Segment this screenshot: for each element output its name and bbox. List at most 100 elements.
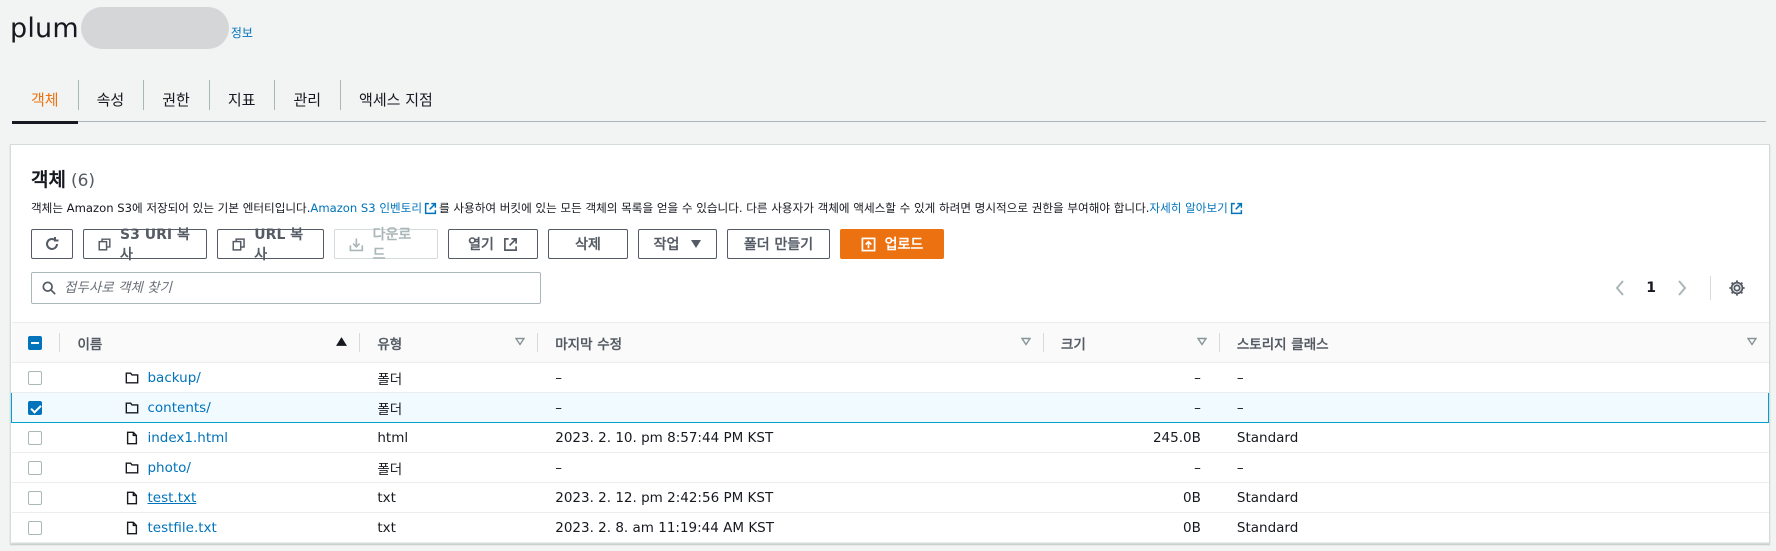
cell-storage-class: –: [1218, 362, 1769, 393]
open-button[interactable]: 열기: [448, 229, 538, 259]
column-name[interactable]: 이름: [59, 322, 360, 363]
download-button[interactable]: 다운로드: [334, 227, 438, 263]
row-checkbox[interactable]: [27, 490, 42, 505]
object-name-link[interactable]: photo/: [147, 460, 191, 476]
external-link-icon: [424, 202, 437, 214]
cell-size: 245.0B: [1042, 422, 1219, 453]
tab-metrics[interactable]: 지표: [208, 76, 275, 122]
row-checkbox[interactable]: [27, 430, 42, 445]
copy-s3-uri-button[interactable]: S3 URI 복사: [83, 227, 207, 263]
pagination: 1: [1610, 272, 1747, 304]
cell-size: –: [1042, 362, 1219, 393]
tab-access-points[interactable]: 액세스 지점: [340, 76, 452, 122]
tab-management[interactable]: 관리: [274, 76, 340, 122]
column-last-modified[interactable]: 마지막 수정: [537, 322, 1043, 363]
cell-type: txt: [359, 512, 538, 543]
file-icon: [127, 431, 138, 445]
upload-label: 업로드: [884, 237, 924, 253]
row-checkbox[interactable]: [27, 460, 42, 475]
column-storage-class[interactable]: 스토리지 클래스: [1218, 322, 1769, 363]
external-link-icon: [1230, 202, 1242, 214]
refresh-button[interactable]: [31, 229, 73, 259]
select-all-checkbox[interactable]: [27, 335, 42, 350]
row-checkbox[interactable]: [27, 520, 42, 535]
prev-page-button[interactable]: [1610, 278, 1630, 298]
table-row[interactable]: test.txt txt 2023. 2. 12. pm 2:42:56 PM KS…: [11, 482, 1769, 513]
object-name-link[interactable]: test.txt: [147, 490, 196, 506]
objects-title: 객체: [31, 169, 66, 191]
cell-storage-class: –: [1218, 392, 1769, 423]
download-label: 다운로드: [372, 227, 412, 263]
table-row[interactable]: testfile.txt txt 2023. 2. 8. am 11:19:44 A…: [11, 512, 1769, 543]
cell-name: testfile.txt: [59, 512, 360, 543]
objects-count: (6): [70, 171, 96, 191]
inventory-link[interactable]: Amazon S3 인벤토리: [310, 200, 422, 216]
chevron-left-icon: [1615, 280, 1625, 296]
tab-permissions[interactable]: 권한: [143, 76, 209, 122]
column-size[interactable]: 크기: [1042, 322, 1219, 363]
objects-table-body: backup/폴더 – – – contents/폴더 – – – index1.html htm…: [11, 362, 1769, 543]
current-page[interactable]: 1: [1646, 280, 1656, 296]
cell-last-modified: –: [537, 452, 1043, 483]
cell-type: 폴더: [359, 452, 538, 483]
cell-name: test.txt: [59, 482, 360, 513]
object-name-link[interactable]: index1.html: [147, 430, 228, 446]
delete-button[interactable]: 삭제: [548, 229, 628, 259]
cell-size: 0B: [1042, 482, 1219, 513]
upload-icon: [861, 237, 876, 251]
object-name-link[interactable]: contents/: [147, 400, 210, 416]
download-icon: [349, 238, 364, 251]
copy-url-button[interactable]: URL 복사: [217, 227, 324, 263]
column-name-label: 이름: [77, 336, 103, 353]
cell-name: contents/: [59, 392, 360, 423]
preferences-button[interactable]: [1727, 278, 1747, 298]
table-row[interactable]: backup/폴더 – – –: [11, 362, 1769, 393]
copy-icon: [232, 237, 245, 251]
create-folder-button[interactable]: 폴더 만들기: [727, 229, 830, 259]
objects-panel: 객체 (6) 객체는 Amazon S3에 저장되어 있는 기본 엔터티입니다.…: [10, 144, 1770, 544]
gear-icon: [1729, 280, 1745, 296]
cell-last-modified: –: [537, 362, 1043, 393]
cell-size: –: [1042, 392, 1219, 423]
column-type[interactable]: 유형: [359, 322, 538, 363]
table-row[interactable]: photo/폴더 – – –: [11, 452, 1769, 483]
row-checkbox[interactable]: [27, 370, 42, 385]
cell-last-modified: –: [537, 392, 1043, 423]
objects-table: 이름 유형 마지막 수정 크기 스토리지 클래스 backup/ 폴더 – – …: [11, 322, 1769, 543]
table-row[interactable]: index1.html html 2023. 2. 10. pm 8:57:44 P…: [11, 422, 1769, 453]
table-row[interactable]: contents/폴더 – – –: [11, 392, 1769, 423]
cell-type: txt: [359, 482, 538, 513]
sort-icon: [1746, 337, 1757, 346]
search-input[interactable]: [64, 280, 504, 296]
cell-storage-class: Standard: [1218, 422, 1769, 453]
file-icon: [127, 491, 138, 505]
create-folder-label: 폴더 만들기: [743, 237, 814, 253]
cell-type: 폴더: [359, 392, 538, 423]
row-select-cell: [11, 392, 60, 423]
next-page-button[interactable]: [1672, 278, 1692, 298]
page-title: plum: [10, 12, 79, 44]
desc-text-1: 객체는 Amazon S3에 저장되어 있는 기본 엔터티입니다.: [31, 201, 311, 215]
search-icon: [42, 281, 56, 295]
chevron-right-icon: [1678, 280, 1687, 296]
actions-dropdown[interactable]: 작업: [638, 229, 717, 259]
tab-objects[interactable]: 객체: [12, 76, 78, 124]
actions-label: 작업: [653, 237, 680, 253]
open-label: 열기: [468, 237, 494, 253]
tab-properties[interactable]: 속성: [77, 76, 144, 122]
row-checkbox[interactable]: [28, 400, 42, 415]
row-select-cell: [11, 482, 60, 513]
object-name-link[interactable]: backup/: [147, 370, 200, 386]
delete-label: 삭제: [575, 237, 601, 253]
cell-last-modified: 2023. 2. 10. pm 8:57:44 PM KST: [537, 422, 1043, 453]
cell-last-modified: 2023. 2. 8. am 11:19:44 AM KST: [537, 512, 1043, 543]
upload-button[interactable]: 업로드: [840, 229, 944, 259]
objects-description: 객체는 Amazon S3에 저장되어 있는 기본 엔터티입니다. Amazon…: [31, 200, 1245, 216]
info-link[interactable]: 정보: [231, 24, 253, 41]
copy-url-label: URL 복사: [254, 227, 304, 263]
row-select-cell: [11, 362, 60, 393]
redacted-bucket-name: [80, 7, 229, 49]
object-name-link[interactable]: testfile.txt: [147, 520, 216, 536]
learn-more-link[interactable]: 자세히 알아보기: [1149, 200, 1227, 216]
external-link-icon: [503, 237, 517, 251]
